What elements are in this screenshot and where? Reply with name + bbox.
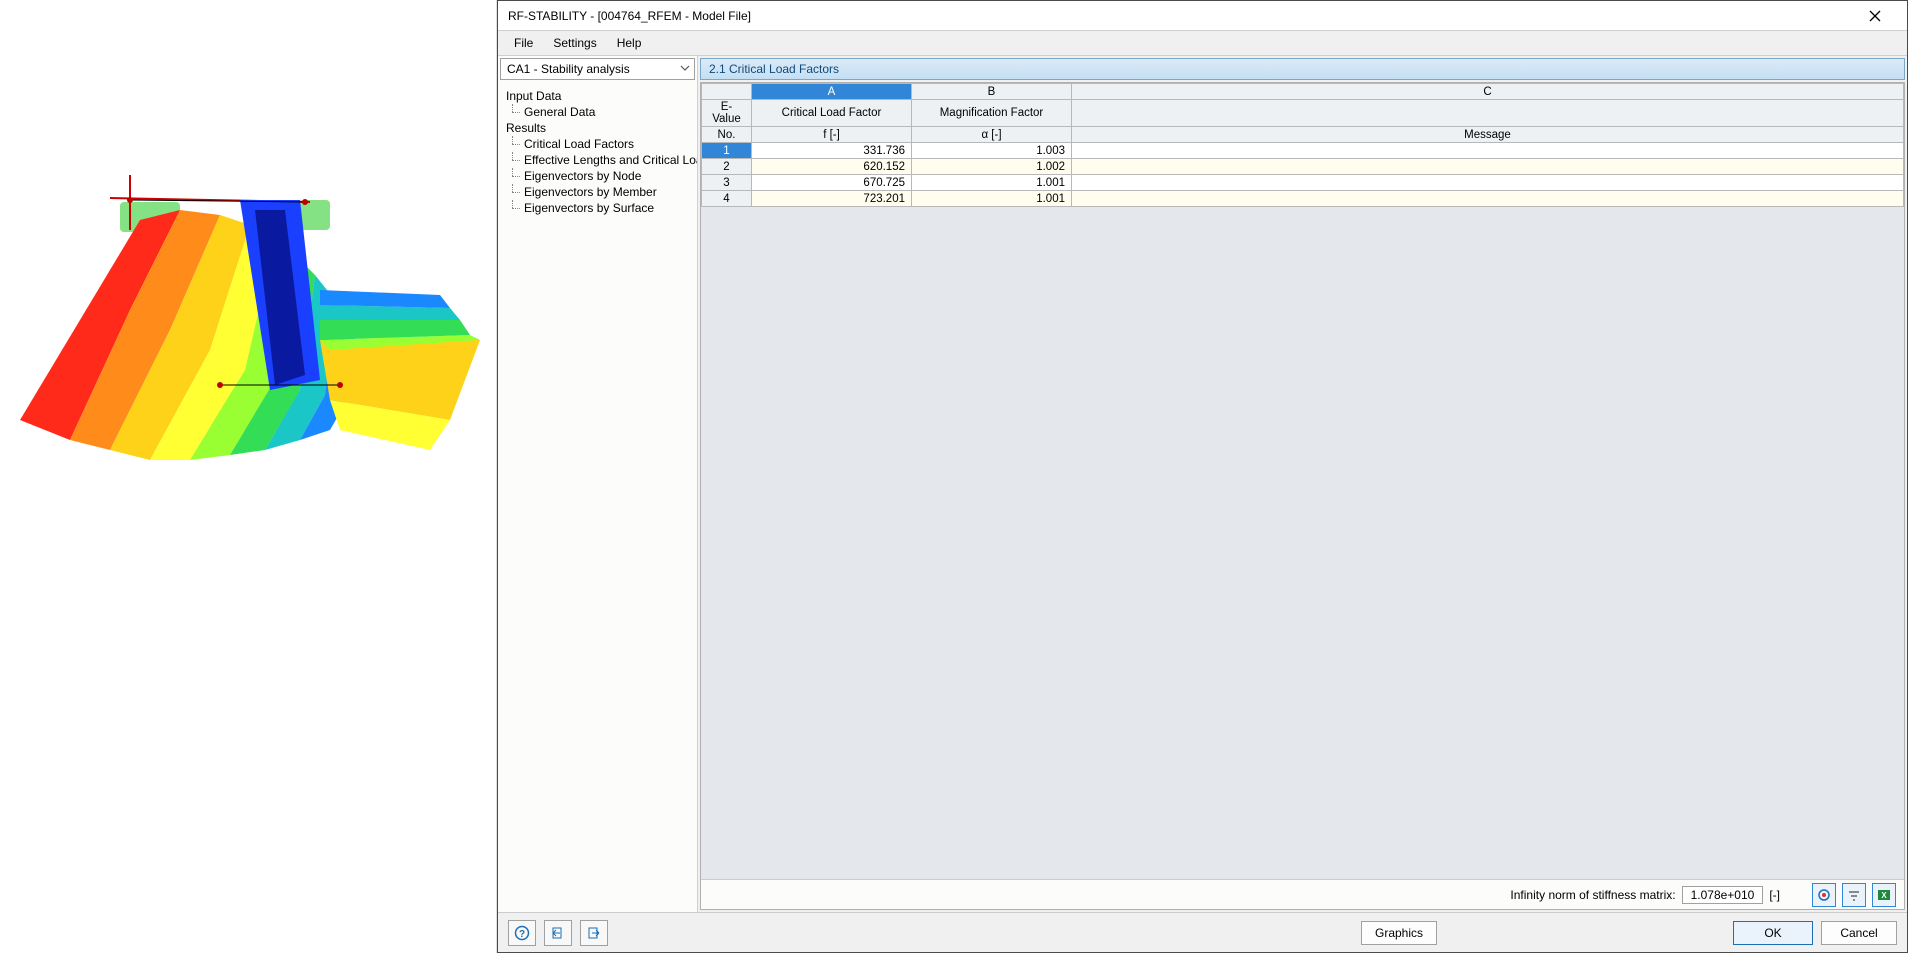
table-row[interactable]: 4 723.201 1.001: [702, 191, 1904, 207]
row-no[interactable]: 2: [702, 159, 752, 175]
cell-mag[interactable]: 1.001: [912, 175, 1072, 191]
cell-critical[interactable]: 620.152: [752, 159, 912, 175]
prev-icon: [550, 925, 566, 941]
col-header-evalue[interactable]: [702, 84, 752, 100]
main-panel: 2.1 Critical Load Factors A B C E-Value …: [698, 56, 1907, 912]
svg-text:X: X: [1881, 891, 1887, 900]
grid-empty-area[interactable]: [701, 207, 1904, 879]
help-icon: ?: [514, 925, 530, 941]
prev-button[interactable]: [544, 920, 572, 946]
results-grid[interactable]: A B C E-Value Critical Load Factor Magni…: [700, 82, 1905, 910]
header-f: f [-]: [752, 127, 912, 143]
cell-critical[interactable]: 331.736: [752, 143, 912, 159]
menu-help[interactable]: Help: [609, 33, 650, 53]
excel-icon: X: [1877, 888, 1891, 902]
header-no: No.: [702, 127, 752, 143]
next-icon: [586, 925, 602, 941]
tree-eigenvectors-surface[interactable]: Eigenvectors by Surface: [502, 200, 693, 216]
tree-results[interactable]: Results: [502, 120, 693, 136]
cancel-button[interactable]: Cancel: [1821, 921, 1897, 945]
menu-file[interactable]: File: [506, 33, 541, 53]
panel-title: 2.1 Critical Load Factors: [700, 58, 1905, 80]
cell-msg[interactable]: [1072, 143, 1904, 159]
model-render: [0, 140, 497, 500]
tree-input-data[interactable]: Input Data: [502, 88, 693, 104]
sidebar: CA1 - Stability analysis Input Data Gene…: [498, 56, 698, 912]
menubar: File Settings Help: [498, 31, 1907, 55]
stiffness-unit: [-]: [1769, 888, 1780, 902]
cell-msg[interactable]: [1072, 191, 1904, 207]
close-button[interactable]: [1852, 1, 1897, 31]
export-button[interactable]: X: [1872, 883, 1896, 907]
ok-button[interactable]: OK: [1733, 921, 1813, 945]
tree-general-data[interactable]: General Data: [502, 104, 693, 120]
next-button[interactable]: [580, 920, 608, 946]
row-no[interactable]: 1: [702, 143, 752, 159]
nav-tree[interactable]: Input Data General Data Results Critical…: [498, 82, 697, 912]
graphics-button[interactable]: Graphics: [1361, 921, 1437, 945]
case-combo[interactable]: CA1 - Stability analysis: [500, 58, 695, 80]
model-viewport[interactable]: [0, 0, 497, 953]
cell-mag[interactable]: 1.002: [912, 159, 1072, 175]
tree-eigenvectors-node[interactable]: Eigenvectors by Node: [502, 168, 693, 184]
stiffness-value: 1.078e+010: [1682, 886, 1764, 904]
cell-critical[interactable]: 723.201: [752, 191, 912, 207]
tree-critical-load-factors[interactable]: Critical Load Factors: [502, 136, 693, 152]
titlebar[interactable]: RF-STABILITY - [004764_RFEM - Model File…: [498, 1, 1907, 31]
header-critical-load: Critical Load Factor: [752, 100, 912, 127]
close-icon: [1869, 10, 1881, 22]
header-message2: Message: [1072, 127, 1904, 143]
table-row[interactable]: 1 331.736 1.003: [702, 143, 1904, 159]
tree-effective-lengths[interactable]: Effective Lengths and Critical Loads: [502, 152, 693, 168]
table-row[interactable]: 2 620.152 1.002: [702, 159, 1904, 175]
view-mode-button[interactable]: [1812, 883, 1836, 907]
col-header-c[interactable]: C: [1072, 84, 1904, 100]
menu-settings[interactable]: Settings: [545, 33, 604, 53]
svg-text:?: ?: [519, 929, 525, 940]
rf-stability-dialog: RF-STABILITY - [004764_RFEM - Model File…: [497, 0, 1908, 953]
dialog-footer: ? Graphics OK Cancel: [498, 912, 1907, 952]
table-row[interactable]: 3 670.725 1.001: [702, 175, 1904, 191]
stiffness-label: Infinity norm of stiffness matrix:: [1510, 888, 1675, 902]
header-evalue: E-Value: [702, 100, 752, 127]
header-magnification: Magnification Factor: [912, 100, 1072, 127]
cell-mag[interactable]: 1.001: [912, 191, 1072, 207]
col-header-b[interactable]: B: [912, 84, 1072, 100]
col-header-a[interactable]: A: [752, 84, 912, 100]
header-message: [1072, 100, 1904, 127]
filter-button[interactable]: [1842, 883, 1866, 907]
tree-eigenvectors-member[interactable]: Eigenvectors by Member: [502, 184, 693, 200]
grid-statusbar: Infinity norm of stiffness matrix: 1.078…: [701, 879, 1904, 909]
window-title: RF-STABILITY - [004764_RFEM - Model File…: [508, 9, 751, 23]
cell-msg[interactable]: [1072, 159, 1904, 175]
cell-msg[interactable]: [1072, 175, 1904, 191]
chevron-down-icon: [680, 62, 690, 76]
help-button[interactable]: ?: [508, 920, 536, 946]
case-combo-value: CA1 - Stability analysis: [507, 62, 630, 76]
row-no[interactable]: 4: [702, 191, 752, 207]
eye-icon: [1817, 888, 1831, 902]
header-alpha: α [-]: [912, 127, 1072, 143]
row-no[interactable]: 3: [702, 175, 752, 191]
cell-mag[interactable]: 1.003: [912, 143, 1072, 159]
cell-critical[interactable]: 670.725: [752, 175, 912, 191]
filter-icon: [1847, 888, 1861, 902]
